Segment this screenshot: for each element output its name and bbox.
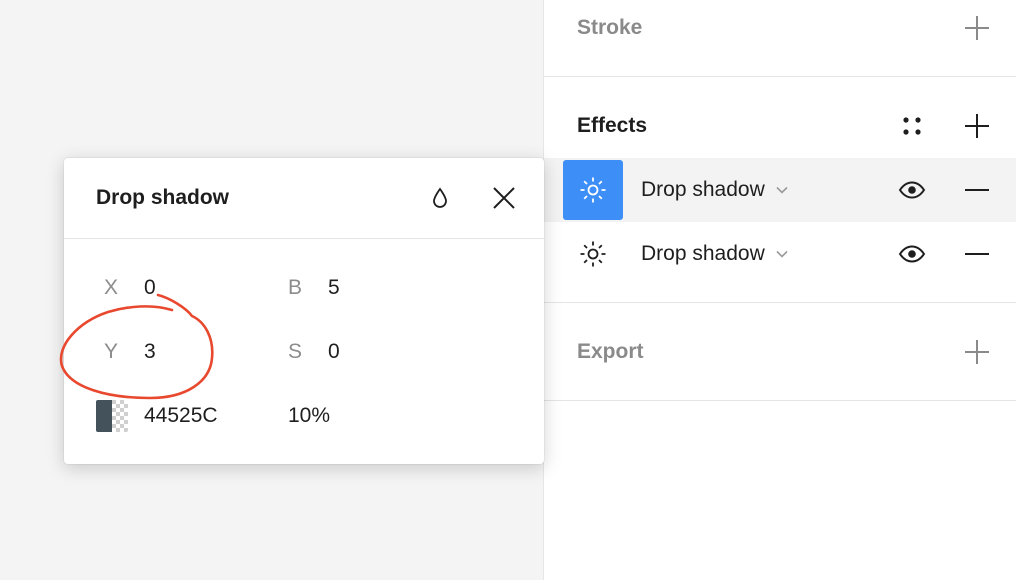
color-hex-input[interactable]: 44525C <box>144 404 218 428</box>
plus-icon <box>965 16 989 40</box>
effect-settings-button[interactable] <box>563 160 623 220</box>
y-offset-input[interactable]: 3 <box>144 340 156 364</box>
effects-section-title: Effects <box>577 114 648 137</box>
close-icon <box>493 187 515 209</box>
add-stroke-button[interactable] <box>957 8 997 48</box>
blur-input[interactable]: 5 <box>328 276 340 300</box>
effect-styles-button[interactable] <box>892 106 932 146</box>
chevron-down-icon <box>776 250 788 258</box>
effect-settings-button[interactable] <box>563 224 623 284</box>
effect-row[interactable]: Drop shadow <box>544 158 1016 222</box>
effect-type-label: Drop shadow <box>641 178 765 201</box>
eye-icon <box>898 181 926 199</box>
drop-icon <box>433 187 447 208</box>
close-popover-button[interactable] <box>484 178 524 218</box>
plus-icon <box>965 340 989 364</box>
x-offset-input[interactable]: 0 <box>144 276 156 300</box>
effect-type-dropdown[interactable]: Drop shadow <box>641 242 789 266</box>
eye-icon <box>898 245 926 263</box>
section-divider <box>544 400 1016 401</box>
drop-shadow-popover: Drop shadow X 0 B 5 Y 3 S 0 44525C 10% <box>64 158 544 464</box>
sun-effect-icon <box>580 177 606 203</box>
spread-input[interactable]: 0 <box>328 340 340 364</box>
export-section-title: Export <box>577 340 644 363</box>
x-offset-label: X <box>104 276 119 299</box>
color-swatch[interactable] <box>96 400 128 432</box>
effect-type-dropdown[interactable]: Drop shadow <box>641 178 789 202</box>
minus-icon <box>965 253 989 255</box>
popover-title: Drop shadow <box>96 186 230 209</box>
add-effect-button[interactable] <box>957 106 997 146</box>
section-divider <box>544 302 1016 303</box>
popover-divider <box>64 238 544 239</box>
add-export-button[interactable] <box>957 332 997 372</box>
sun-effect-icon <box>580 241 606 267</box>
effect-type-label: Drop shadow <box>641 242 765 265</box>
spread-label: S <box>288 340 303 363</box>
section-divider <box>544 76 1016 77</box>
remove-effect-button[interactable] <box>957 234 997 274</box>
color-opacity-input[interactable]: 10% <box>288 404 330 428</box>
stroke-section-title: Stroke <box>577 16 643 39</box>
blur-label: B <box>288 276 303 299</box>
chevron-down-icon <box>776 186 788 194</box>
y-offset-label: Y <box>104 340 119 363</box>
blend-mode-button[interactable] <box>420 178 460 218</box>
effect-row[interactable]: Drop shadow <box>544 222 1016 286</box>
style-grid-icon <box>903 117 921 135</box>
toggle-visibility-button[interactable] <box>892 170 932 210</box>
toggle-visibility-button[interactable] <box>892 234 932 274</box>
plus-icon <box>965 114 989 138</box>
minus-icon <box>965 189 989 191</box>
properties-panel: Stroke Effects Drop shadow Drop shadow E… <box>543 0 1016 580</box>
remove-effect-button[interactable] <box>957 170 997 210</box>
